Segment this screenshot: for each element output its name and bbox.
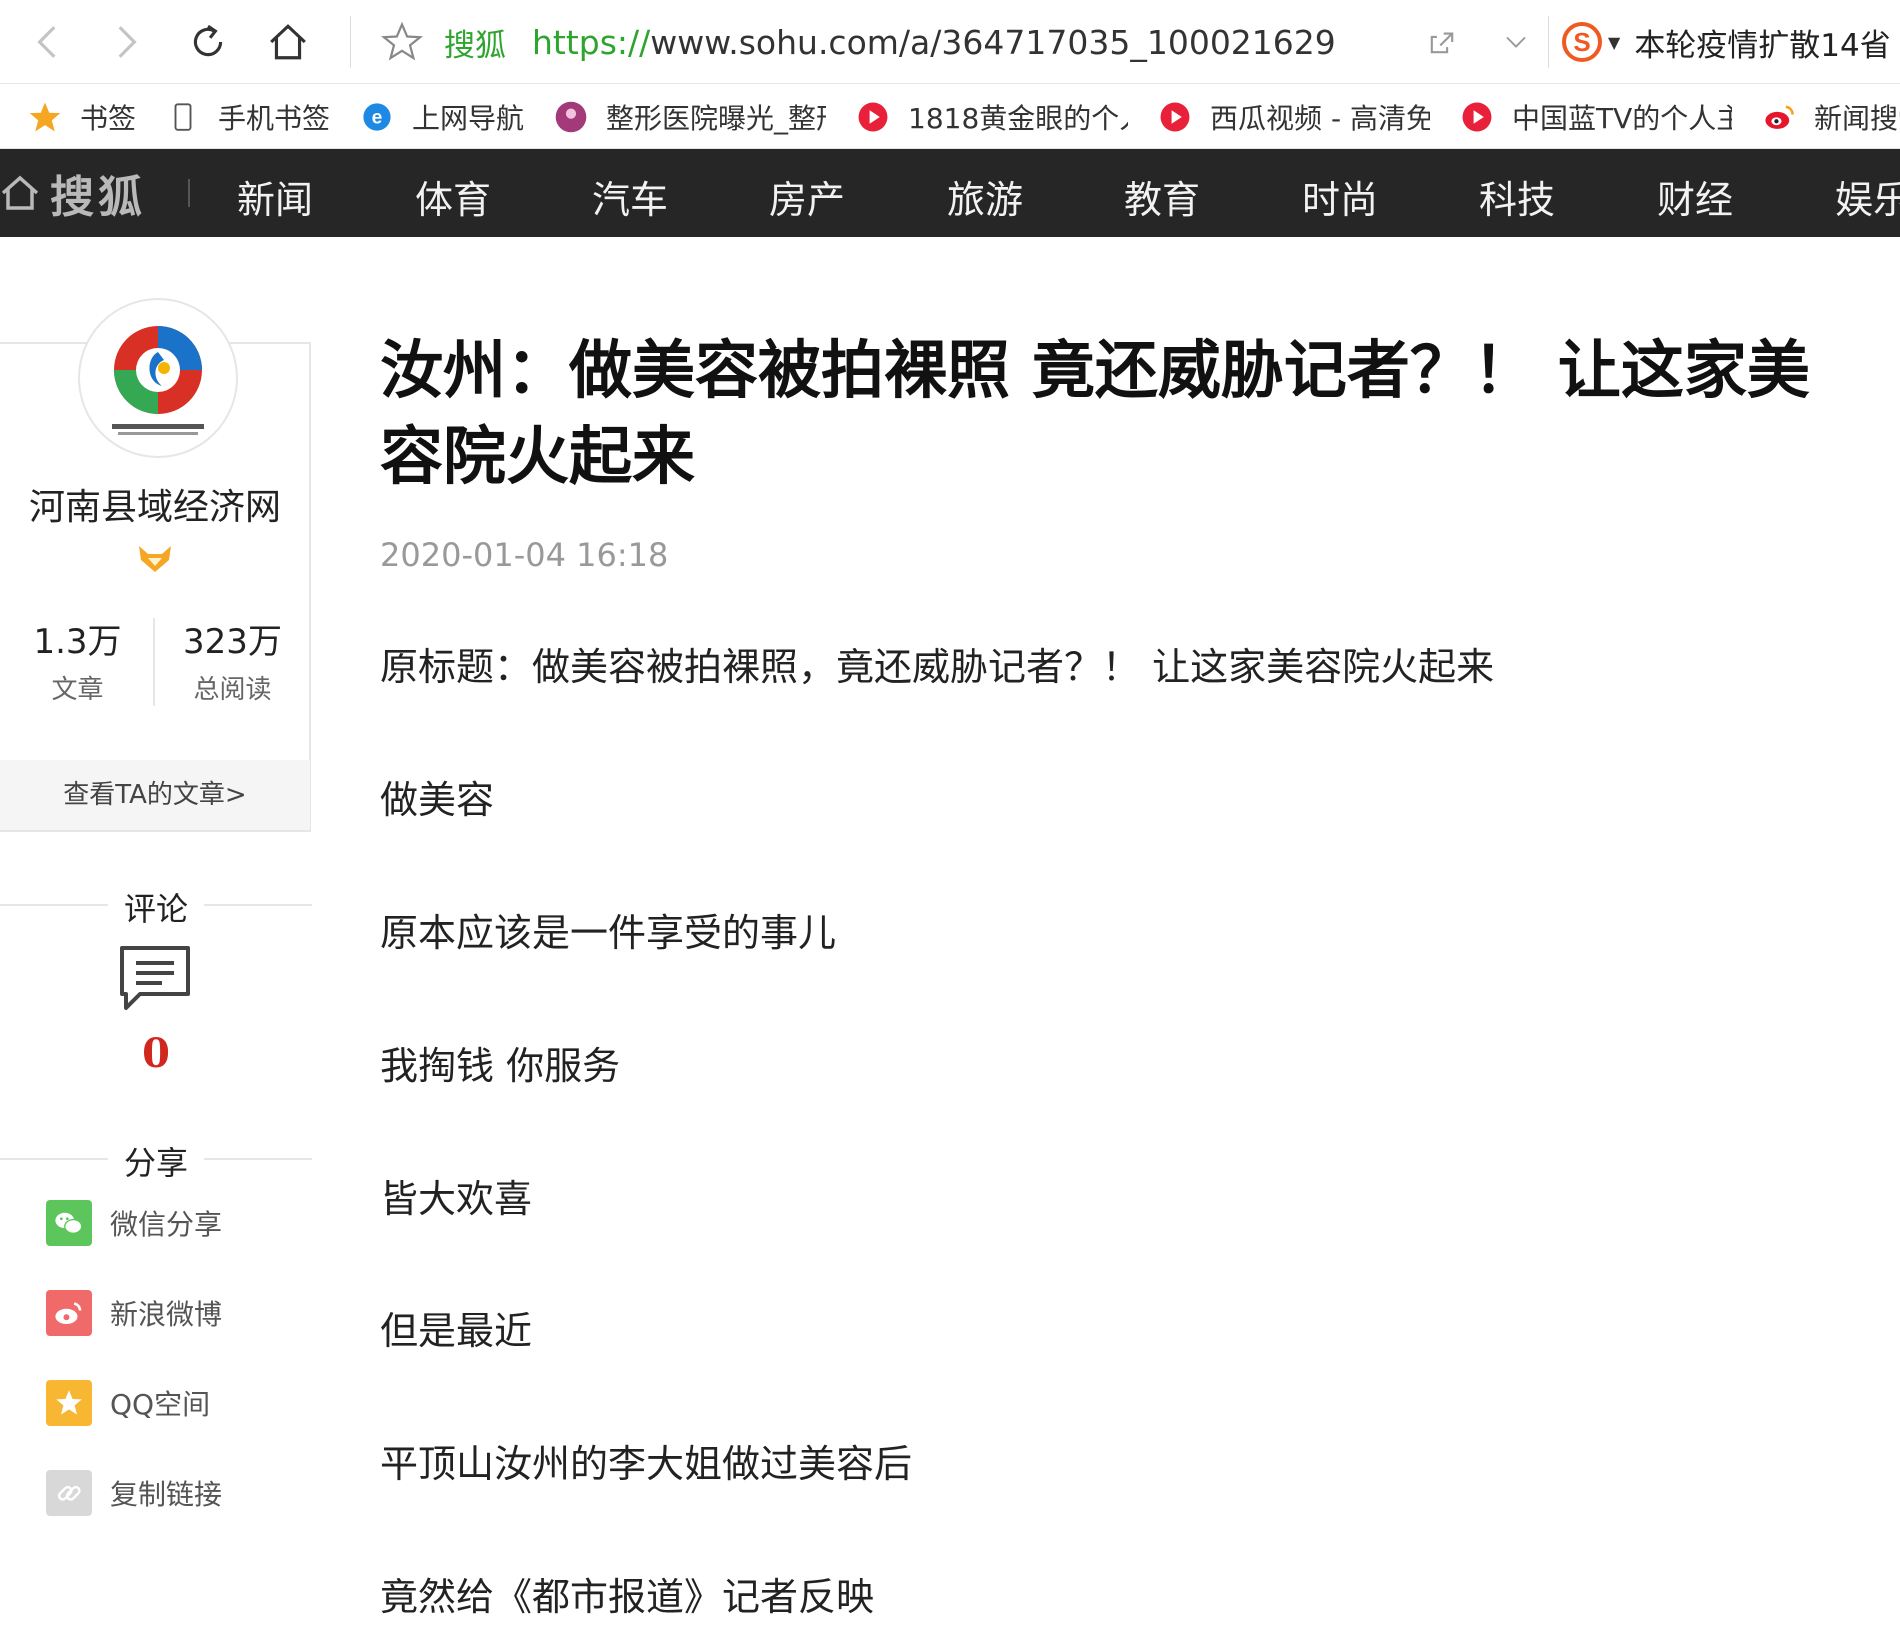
home-icon [270, 24, 306, 60]
logo-text: 搜狐 [50, 172, 146, 223]
site-nav: 搜狐 新闻 体育 汽车 房产 旅游 教育 时尚 科技 财经 娱乐 [0, 149, 1900, 237]
comments-title: 评论 [123, 890, 188, 928]
share-out-icon [1430, 32, 1454, 54]
video-play-icon [856, 100, 890, 134]
bookmark-item[interactable]: 西瓜视频 - 高清免 [1158, 97, 1430, 137]
share-qzone-label: QQ空间 [110, 1388, 211, 1421]
article-paragraph: 皆大欢喜 [380, 1177, 533, 1221]
share-wechat-button[interactable]: 微信分享 [46, 1200, 222, 1246]
nav-item-entertainment[interactable]: 娱乐 [1835, 169, 1900, 224]
article-stat: 1.3万 文章 [0, 614, 155, 705]
bookmark-item[interactable]: e 上网导航 [360, 97, 524, 137]
bookmark-item[interactable]: 中国蓝TV的个人主 [1460, 97, 1732, 137]
nav-item-education[interactable]: 教育 [1124, 169, 1200, 224]
nav-item-auto[interactable]: 汽车 [592, 169, 668, 224]
stats-divider [153, 618, 155, 706]
reload-button[interactable] [180, 14, 236, 70]
comment-icon[interactable] [118, 944, 192, 1014]
bookmark-star-icon[interactable] [380, 20, 424, 64]
copy-link-label: 复制链接 [110, 1478, 223, 1511]
article-paragraph: 原本应该是一件享受的事儿 [380, 911, 837, 955]
chevron-down-icon [1506, 36, 1526, 48]
home-icon [1, 175, 39, 210]
author-name[interactable]: 河南县域经济网 [0, 478, 310, 530]
hot-search-text[interactable]: 本轮疫情扩散14省 [1634, 20, 1890, 65]
share-weibo-label: 新浪微博 [110, 1298, 223, 1331]
weibo-icon [1762, 100, 1796, 134]
bookmark-item[interactable]: 新闻搜索_ [1762, 97, 1900, 137]
hot-search[interactable]: S ▼ 本轮疫情扩散14省 [1562, 14, 1891, 70]
hospital-icon [554, 100, 588, 134]
bookmark-item[interactable]: 书签 [28, 97, 136, 137]
url-text[interactable]: https://www.sohu.com/a/364717035_1000216… [532, 23, 1336, 62]
share-wechat-label: 微信分享 [110, 1208, 223, 1241]
toolbar-divider [350, 16, 351, 68]
back-button[interactable] [20, 14, 76, 70]
address-bar[interactable]: 搜狐 https://www.sohu.com/a/364717035_1000… [372, 12, 1537, 72]
nav-item-fashion[interactable]: 时尚 [1302, 169, 1378, 224]
nav-divider [188, 179, 190, 207]
nav-item-travel[interactable]: 旅游 [947, 169, 1023, 224]
share-qzone-button[interactable]: QQ空间 [46, 1380, 210, 1426]
video-play-icon [1460, 100, 1494, 134]
share-weibo-button[interactable]: 新浪微博 [46, 1290, 222, 1336]
ie-icon: e [360, 100, 394, 134]
reads-count: 323万 [183, 622, 282, 662]
avatar[interactable] [78, 298, 238, 458]
qzone-star-icon [46, 1380, 92, 1426]
url-path: www.sohu.com/a/364717035_100021629 [650, 22, 1336, 62]
nav-item-house[interactable]: 房产 [769, 169, 845, 224]
article-title: 汝州：做美容被拍裸照 竟还威胁记者？！ 让这家美容院火起来 [380, 334, 1810, 493]
chevron-right-icon [118, 26, 137, 58]
reload-icon [193, 24, 223, 57]
wechat-icon [46, 1200, 92, 1246]
browser-toolbar: 搜狐 https://www.sohu.com/a/364717035_1000… [0, 0, 1900, 84]
phone-icon [166, 100, 200, 134]
url-scheme: https:// [532, 22, 651, 62]
sogou-search-icon[interactable]: S [1562, 22, 1602, 62]
share-heading: 分享 [0, 1138, 312, 1182]
nav-item-news[interactable]: 新闻 [237, 169, 313, 224]
fox-badge-icon [139, 546, 171, 572]
svg-text:e: e [372, 107, 383, 128]
article-paragraph: 但是最近 [380, 1309, 533, 1353]
site-identity: 搜狐 [444, 27, 506, 64]
address-dropdown-button[interactable] [1494, 14, 1538, 70]
article-date: 2020-01-04 16:18 [380, 536, 669, 574]
star-icon [28, 100, 62, 134]
weibo-icon [46, 1290, 92, 1336]
comments-heading: 评论 [0, 884, 312, 928]
chevron-left-icon [37, 26, 56, 58]
reads-stat: 323万 总阅读 [155, 614, 310, 705]
article-paragraph: 原标题：做美容被拍裸照，竟还威胁记者？！ 让这家美容院火起来 [380, 645, 1495, 689]
forward-button[interactable] [98, 14, 154, 70]
media-logo-icon [112, 326, 204, 435]
article-paragraph: 竟然给《都市报道》记者反映 [380, 1575, 875, 1619]
article-count-label: 文章 [51, 675, 104, 705]
toolbar-divider-2 [1548, 16, 1549, 68]
video-play-icon [1158, 100, 1192, 134]
caret-down-icon[interactable]: ▼ [1608, 33, 1620, 52]
bookmarks-bar: 书签 手机书签 e 上网导航 整形医院曝光_整形 1818黄金眼的个人 西瓜视频… [0, 85, 1900, 149]
home-button[interactable] [260, 14, 316, 70]
bookmark-item[interactable]: 手机书签 [166, 97, 330, 137]
article-paragraph: 平顶山汝州的李大姐做过美容后 [380, 1442, 913, 1486]
nav-item-finance[interactable]: 财经 [1657, 169, 1733, 224]
bookmark-item[interactable]: 整形医院曝光_整形 [554, 97, 826, 137]
bookmark-item[interactable]: 1818黄金眼的个人 [856, 97, 1128, 137]
article-paragraph: 我掏钱 你服务 [380, 1044, 621, 1088]
nav-item-tech[interactable]: 科技 [1479, 169, 1555, 224]
nav-item-sports[interactable]: 体育 [415, 169, 491, 224]
sohu-logo[interactable]: 搜狐 [0, 167, 146, 223]
comment-count[interactable]: 0 [0, 1030, 312, 1077]
link-icon [46, 1470, 92, 1516]
view-author-articles-link[interactable]: 查看TA的文章> [0, 760, 310, 830]
author-stats: 1.3万 文章 323万 总阅读 [0, 614, 310, 705]
copy-link-button[interactable]: 复制链接 [46, 1470, 222, 1516]
reads-count-label: 总阅读 [193, 675, 272, 705]
article-paragraph: 做美容 [380, 778, 495, 822]
article-count: 1.3万 [33, 622, 122, 662]
share-title: 分享 [123, 1144, 188, 1182]
share-page-button[interactable] [1420, 14, 1464, 70]
